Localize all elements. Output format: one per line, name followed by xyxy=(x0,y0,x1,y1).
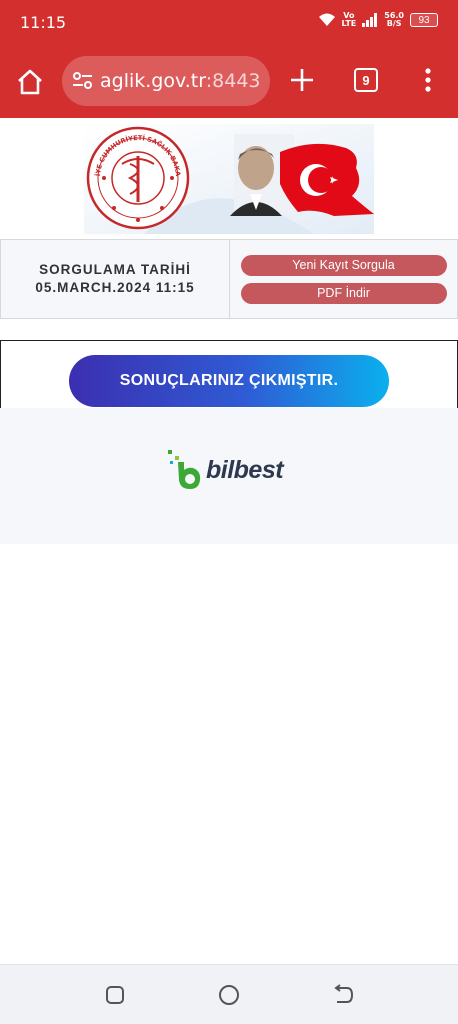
signal-icon xyxy=(362,13,378,27)
bilbest-logo-icon xyxy=(168,450,201,489)
address-bar[interactable]: aglik.gov.tr:8443 xyxy=(62,56,270,106)
footer-area: bilbest xyxy=(0,408,458,544)
volte-indicator: Vo LTE xyxy=(342,12,357,28)
query-date-cell: SORGULAMA TARİHİ 05.MARCH.2024 11:15 xyxy=(1,240,230,318)
volte-bottom: LTE xyxy=(341,19,357,28)
result-frame: SONUÇLARINIZ ÇIKMIŞTIR. xyxy=(0,340,458,410)
speed-unit: B/S xyxy=(386,19,402,28)
back-icon[interactable] xyxy=(331,983,355,1007)
action-buttons-cell: Yeni Kayıt Sorgula PDF İndir xyxy=(230,240,457,318)
url-port: :8443 xyxy=(205,70,261,92)
tab-switcher-button[interactable]: 9 xyxy=(354,68,378,92)
wifi-icon xyxy=(318,13,335,26)
status-time: 11:15 xyxy=(20,13,67,32)
network-speed: 56.0 B/S xyxy=(384,12,404,28)
status-icons: Vo LTE 56.0 B/S 93 xyxy=(318,12,438,28)
status-bar: 11:15 Vo LTE 56.0 B/S 93 xyxy=(0,0,458,44)
new-query-button[interactable]: Yeni Kayıt Sorgula xyxy=(240,254,447,276)
home-icon[interactable] xyxy=(14,66,46,98)
more-menu-icon[interactable] xyxy=(418,66,438,94)
query-info-panel: SORGULAMA TARİHİ 05.MARCH.2024 11:15 Yen… xyxy=(0,239,458,319)
browser-toolbar: aglik.gov.tr:8443 9 xyxy=(0,44,458,118)
brand-name: bilbest xyxy=(206,455,284,484)
home-nav-icon[interactable] xyxy=(217,983,241,1007)
query-date-value: 05.MARCH.2024 11:15 xyxy=(35,280,195,295)
pdf-download-button[interactable]: PDF İndir xyxy=(240,282,447,304)
url-text: aglik.gov.tr:8443 xyxy=(100,70,261,92)
header-banner: TÜRKİYE CUMHURİYETİ SAĞLIK BAKANLIĞI xyxy=(84,124,374,234)
system-navigation-bar xyxy=(0,964,458,1024)
battery-icon: 93 xyxy=(410,13,438,27)
results-button[interactable]: SONUÇLARINIZ ÇIKMIŞTIR. xyxy=(69,355,389,407)
query-date-label: SORGULAMA TARİHİ xyxy=(39,262,191,277)
brand-logo[interactable]: bilbest xyxy=(168,450,284,490)
site-settings-icon[interactable] xyxy=(72,71,94,91)
web-page: TÜRKİYE CUMHURİYETİ SAĞLIK BAKANLIĞI SOR… xyxy=(0,118,458,964)
new-tab-icon[interactable] xyxy=(288,66,316,94)
recents-icon[interactable] xyxy=(103,983,127,1007)
url-host: aglik.gov.tr xyxy=(100,70,206,92)
